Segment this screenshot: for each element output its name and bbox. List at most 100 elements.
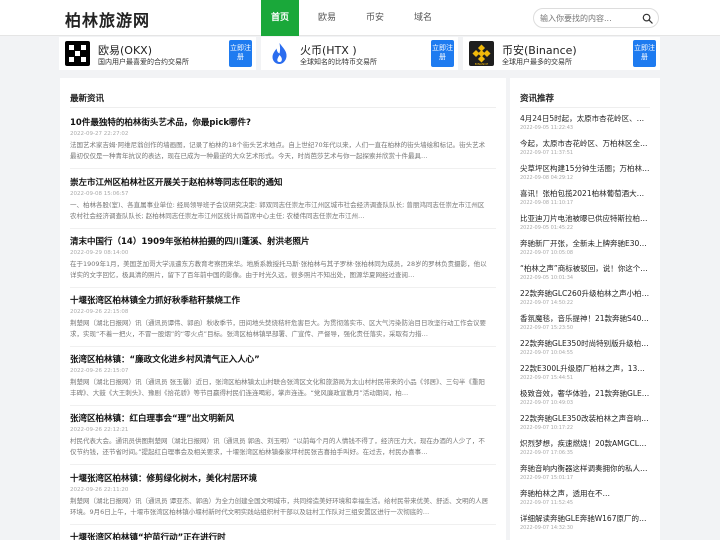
news-date: 2022-09-26 22:15:08 <box>70 309 129 315</box>
recommended-title[interactable]: 22款奔驰GLC260升级柏林之声小柏林… <box>520 288 650 299</box>
nav-item-domain[interactable]: 域名 <box>403 0 443 36</box>
recommended-item[interactable]: 喜讯！张柏包揽2021柏林葡萄酒大赛中… 2022-09-08 11:10:17 <box>520 188 650 206</box>
news-summary: 荆楚网（湖北日报网）讯（通讯员谭伟、郭函）秋收季节，田间地头焚烧秸秆危害巨大。为… <box>70 319 486 338</box>
recommended-item[interactable]: 香氛魔毯，音乐提神！21款奔驰S400L… 2022-09-07 15:23:50 <box>520 313 650 331</box>
exchange-desc: 全球知名的比特币交易所 <box>300 58 377 66</box>
divider <box>70 287 496 288</box>
binance-logo-icon: BINANCE <box>469 41 494 66</box>
recommended-date: 2022-09-08 04:29:12 <box>520 175 574 181</box>
recommended-item[interactable]: “柏林之声”商标被驳回，说！你这个嗯… 2022-09-05 10:01:34 <box>520 263 650 281</box>
recommended-title[interactable]: 4月24日5时起，太原市杏花岭区、万柏… <box>520 113 650 124</box>
recommended-item[interactable]: 尖草坪区构建15分钟生活圈；万柏林推… 2022-09-08 04:29:12 <box>520 163 650 181</box>
recommended-date: 2022-09-05 10:01:34 <box>520 275 574 281</box>
news-title[interactable]: 崇左市江州区柏林社区开展关于赵柏林等同志任职的通知 <box>70 176 490 188</box>
news-title[interactable]: 张湾区柏林镇：红白理事会“理”出文明新风 <box>70 412 490 424</box>
news-date: 2022-09-08 15:06:57 <box>70 191 129 197</box>
recommended-title[interactable]: 香氛魔毯，音乐提神！21款奔驰S400L… <box>520 313 650 324</box>
exchange-name: 币安(Binance) <box>502 44 577 57</box>
register-button[interactable]: 立即注册 <box>431 40 454 67</box>
recommended-title[interactable]: 奔驰柏林之声，透用在不… <box>520 488 650 499</box>
recommended-title[interactable]: 奔驰新厂开张，全新未上牌奔驰E300L… <box>520 238 650 249</box>
recommended-item[interactable]: 22款奔驰GLC260升级柏林之声小柏林… 2022-09-07 14:50:22 <box>520 288 650 306</box>
recommended-title[interactable]: 奔驰音响内衡器这样调奏拥你的私人音… <box>520 463 650 474</box>
nav-item-okx[interactable]: 欧易 <box>307 0 347 36</box>
recommended-date: 2022-09-05 01:45:22 <box>520 225 574 231</box>
register-button[interactable]: 立即注册 <box>633 40 656 67</box>
news-item[interactable]: 张湾区柏林镇：“廉政文化进乡村风清气正入人心” 2022-09-26 22:15… <box>70 353 490 398</box>
recommended-item[interactable]: 22款奔驰GLE350时尚特别版升级柏林… 2022-09-07 10:04:55 <box>520 338 650 356</box>
divider <box>70 524 496 525</box>
divider <box>70 464 496 465</box>
recommended-item[interactable]: 比亚迪刀片电池被曝已供应特斯拉柏林… 2022-09-05 01:45:22 <box>520 213 650 231</box>
recommended-date: 2022-09-07 10:05:08 <box>520 250 574 256</box>
recommended-title[interactable]: 极致音效，奢华体验，21款奔驰GLE升… <box>520 388 650 399</box>
recommended-item[interactable]: 炽烈梦想，疾速燃烧！20款AMGCLA45… 2022-09-07 17:06:3… <box>520 438 650 456</box>
news-title[interactable]: 清末中国行（14）1909年张柏林拍摄的四川蓬溪、射洪老照片 <box>70 235 490 247</box>
search-input[interactable] <box>540 12 640 25</box>
exchange-card-okx[interactable]: 欧易(OKX) 国内用户最喜爱的合约交易所 立即注册 <box>59 37 256 70</box>
recommended-date: 2022-09-05 11:22:43 <box>520 125 574 131</box>
recommended-item[interactable]: 详细解读奔驰GLE奔驰W167原厂的大… 2022-09-07 14:32:30 <box>520 513 650 531</box>
news-item[interactable]: 十堰张湾区柏林镇“护苗行动”正在进行时 <box>70 531 490 540</box>
recommended-item[interactable]: 4月24日5时起，太原市杏花岭区、万柏… 2022-09-05 11:22:43 <box>520 113 650 131</box>
news-item[interactable]: 崇左市江州区柏林社区开展关于赵柏林等同志任职的通知 2022-09-08 15:… <box>70 176 490 221</box>
htx-flame-logo-icon <box>272 43 287 64</box>
divider <box>520 107 650 108</box>
news-summary: 荆楚网（湖北日报网）讯（通讯员 谭亚杰、郭函）为全力创建全国文明城市，共同缔造美… <box>70 497 489 516</box>
news-summary: 荆楚网（湖北日报网）讯（通讯员 张玉馨）近日，张湾区柏林镇太山村联合张湾区文化和… <box>70 378 485 397</box>
news-summary: 一、柏林各股(室)、各直属事业单位: 经局领导班子会议研究决定: 郭双同志任崇左… <box>70 201 485 220</box>
recommended-title[interactable]: 炽烈梦想，疾速燃烧！20款AMGCLA45… <box>520 438 650 449</box>
recommended-title[interactable]: 22款奔驰GLE350时尚特别版升级柏林… <box>520 338 650 349</box>
search-icon[interactable] <box>642 13 653 24</box>
exchange-card-htx[interactable]: 火币(HTX ) 全球知名的比特币交易所 立即注册 <box>261 37 458 70</box>
recommended-item[interactable]: 奔驰新厂开张，全新未上牌奔驰E300L… 2022-09-07 10:05:08 <box>520 238 650 256</box>
recommended-item[interactable]: 极致音效，奢华体验，21款奔驰GLE升… 2022-09-07 10:49:03 <box>520 388 650 406</box>
section-title: 最新资讯 <box>70 94 105 104</box>
exchange-desc: 全球用户最多的交易所 <box>502 58 572 66</box>
recommended-date: 2022-09-07 10:49:03 <box>520 400 574 406</box>
recommended-date: 2022-09-07 15:44:51 <box>520 375 574 381</box>
divider <box>70 168 496 169</box>
news-item[interactable]: 张湾区柏林镇：红白理事会“理”出文明新风 2022-09-26 22:12:21… <box>70 412 490 457</box>
news-title[interactable]: 10件最独特的柏林街头艺术品，你最pick哪件? <box>70 116 490 128</box>
recommended-title[interactable]: 22款E300L升级原厂柏林之声，13个喇… <box>520 363 650 374</box>
news-date: 2022-09-29 08:14:00 <box>70 250 129 256</box>
search-box <box>533 8 659 28</box>
nav-item-home[interactable]: 首页 <box>261 0 300 36</box>
news-title[interactable]: 十堰张湾区柏林镇全力抓好秋季秸秆禁烧工作 <box>70 294 490 306</box>
news-item[interactable]: 10件最独特的柏林街头艺术品，你最pick哪件? 2022-09-27 22:2… <box>70 116 490 161</box>
exchange-name: 火币(HTX ) <box>300 44 357 57</box>
register-button[interactable]: 立即注册 <box>229 40 252 67</box>
recommended-title[interactable]: 详细解读奔驰GLE奔驰W167原厂的大… <box>520 513 650 524</box>
recommended-item[interactable]: 22款奔驰GLE350改装柏林之声音响… 2022-09-07 10:17:22 <box>520 413 650 431</box>
recommended-item[interactable]: 奔驰柏林之声，透用在不… 2022-09-07 11:52:45 <box>520 488 650 506</box>
recommended-date: 2022-09-07 15:23:50 <box>520 325 574 331</box>
recommended-title[interactable]: “柏林之声”商标被驳回，说！你这个嗯… <box>520 263 650 274</box>
nav-item-binance[interactable]: 币安 <box>355 0 395 36</box>
recommended-title[interactable]: 22款奔驰GLE350改装柏林之声音响… <box>520 413 650 424</box>
news-item[interactable]: 清末中国行（14）1909年张柏林拍摄的四川蓬溪、射洪老照片 2022-09-2… <box>70 235 490 280</box>
news-item[interactable]: 十堰张湾区柏林镇全力抓好秋季秸秆禁烧工作 2022-09-26 22:15:08… <box>70 294 490 339</box>
news-title[interactable]: 十堰张湾区柏林镇“护苗行动”正在进行时 <box>70 531 490 540</box>
recommended-title[interactable]: 喜讯！张柏包揽2021柏林葡萄酒大赛中… <box>520 188 650 199</box>
recommended-item[interactable]: 今起，太原市杏花岭区、万柏林区全员… 2022-09-07 11:37:51 <box>520 138 650 156</box>
recommended-date: 2022-09-07 10:17:22 <box>520 425 574 431</box>
recommended-panel: 资讯推荐 4月24日5时起，太原市杏花岭区、万柏… 2022-09-05 11:2… <box>510 78 660 540</box>
news-summary: 村民代表大会。通讯员供图荆楚网（湖北日报网）讯（通讯员 郭函、刘玉明）“以前每个… <box>70 437 485 456</box>
news-date: 2022-09-27 22:27:02 <box>70 131 129 137</box>
recommended-title[interactable]: 比亚迪刀片电池被曝已供应特斯拉柏林… <box>520 213 650 224</box>
exchange-card-binance[interactable]: BINANCE 币安(Binance) 全球用户最多的交易所 立即注册 <box>463 37 660 70</box>
news-title[interactable]: 十堰张湾区柏林镇：修剪绿化树木，美化村居环境 <box>70 472 490 484</box>
recommended-date: 2022-09-07 10:04:55 <box>520 350 574 356</box>
site-logo[interactable]: 柏林旅游网 <box>65 7 150 31</box>
divider <box>70 107 496 108</box>
recommended-title[interactable]: 尖草坪区构建15分钟生活圈；万柏林推… <box>520 163 650 174</box>
recommended-item[interactable]: 22款E300L升级原厂柏林之声，13个喇… 2022-09-07 15:44:5… <box>520 363 650 381</box>
divider <box>70 228 496 229</box>
recommended-title[interactable]: 今起，太原市杏花岭区、万柏林区全员… <box>520 138 650 149</box>
news-title[interactable]: 张湾区柏林镇：“廉政文化进乡村风清气正入人心” <box>70 353 490 365</box>
okx-logo-icon <box>65 41 90 66</box>
recommended-item[interactable]: 奔驰音响内衡器这样调奏拥你的私人音… 2022-09-07 15:01:17 <box>520 463 650 481</box>
news-item[interactable]: 十堰张湾区柏林镇：修剪绿化树木，美化村居环境 2022-09-26 22:11:… <box>70 472 490 517</box>
recommended-date: 2022-09-07 14:32:30 <box>520 525 574 531</box>
